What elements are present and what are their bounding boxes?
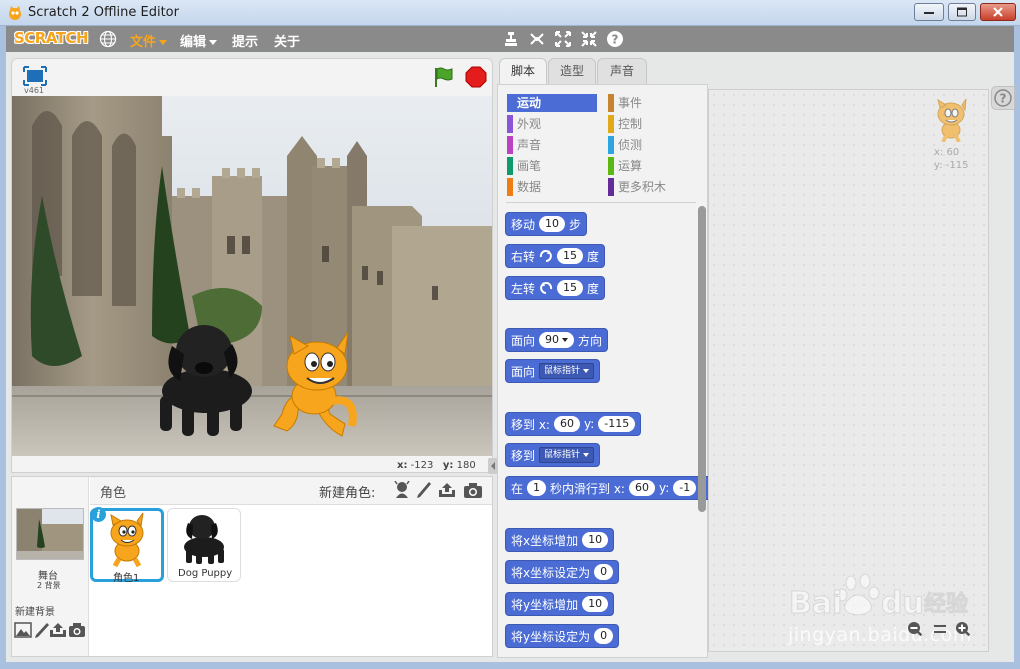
tab-costumes[interactable]: 造型 bbox=[548, 58, 596, 84]
zoom-in-icon[interactable] bbox=[954, 620, 972, 638]
maximize-button[interactable] bbox=[948, 3, 976, 21]
camera-sprite-icon[interactable] bbox=[463, 481, 483, 499]
category-sound[interactable]: 声音 bbox=[507, 136, 597, 154]
rotate-clockwise-icon bbox=[539, 250, 552, 262]
backdrop-castle-image bbox=[12, 96, 492, 456]
block-move-steps[interactable]: 移动 10 步 bbox=[505, 212, 588, 236]
sprite-info-icon[interactable]: i bbox=[91, 507, 106, 522]
delete-icon[interactable] bbox=[527, 29, 547, 49]
svg-text:?: ? bbox=[612, 33, 619, 47]
scripts-area[interactable] bbox=[708, 89, 989, 652]
maximize-icon bbox=[957, 7, 967, 17]
block-turn-left[interactable]: 左转 15 度 bbox=[505, 276, 606, 300]
block-change-y[interactable]: 将y坐标增加 10 bbox=[505, 592, 615, 616]
palette-scrollbar[interactable] bbox=[698, 206, 706, 512]
zoom-out-icon[interactable] bbox=[906, 620, 924, 638]
block-point-towards[interactable]: 面向 鼠标指针 bbox=[505, 359, 601, 383]
script-sprite-y: y: -115 bbox=[934, 160, 969, 171]
dog-thumbnail-image bbox=[184, 515, 224, 564]
block-point-in-direction[interactable]: 面向 90 方向 bbox=[505, 328, 609, 352]
category-data[interactable]: 数据 bbox=[507, 178, 597, 196]
camera-backdrop-icon[interactable] bbox=[68, 622, 86, 638]
svg-text:?: ? bbox=[1000, 92, 1007, 106]
svg-text:du: du bbox=[881, 586, 924, 621]
category-more-blocks[interactable]: 更多积木 bbox=[608, 178, 698, 196]
upload-backdrop-icon[interactable] bbox=[49, 622, 67, 638]
stage-thumbnail[interactable] bbox=[16, 508, 84, 560]
block-set-x[interactable]: 将x坐标设定为 0 bbox=[505, 560, 620, 584]
block-go-to-xy[interactable]: 移到 x: 60 y: -115 bbox=[505, 412, 642, 436]
block-glide-to-xy[interactable]: 在 1 秒内滑行到 x: 60 y: -1 bbox=[505, 476, 708, 500]
block-turn-right[interactable]: 右转 15 度 bbox=[505, 244, 606, 268]
language-globe-icon[interactable] bbox=[99, 30, 117, 48]
grow-icon[interactable] bbox=[553, 29, 573, 49]
paint-new-sprite-icon[interactable] bbox=[414, 481, 434, 499]
block-change-x[interactable]: 将x坐标增加 10 bbox=[505, 528, 615, 552]
block-go-to[interactable]: 移到 鼠标指针 bbox=[505, 443, 601, 467]
close-icon bbox=[993, 7, 1003, 17]
category-sensing[interactable]: 侦测 bbox=[608, 136, 698, 154]
minimize-button[interactable] bbox=[914, 3, 944, 21]
help-icon[interactable]: ? bbox=[605, 29, 625, 49]
current-sprite-cat-icon bbox=[937, 98, 967, 142]
choose-sprite-from-library-icon[interactable] bbox=[392, 481, 412, 499]
sprites-header: 角色 bbox=[100, 486, 127, 501]
tab-sounds[interactable]: 声音 bbox=[597, 58, 647, 84]
minimize-icon bbox=[924, 12, 934, 14]
tab-scripts[interactable]: 脚本 bbox=[499, 58, 547, 85]
menu-about[interactable]: 关于 bbox=[274, 31, 300, 50]
menu-bar: SCRATCH 文件 编辑 提示 关于 ? bbox=[6, 26, 1014, 52]
choose-backdrop-from-library-icon[interactable] bbox=[14, 622, 32, 638]
menu-file[interactable]: 文件 bbox=[130, 31, 168, 50]
sprite-name-cat: 角色1 bbox=[113, 573, 140, 584]
duplicate-icon[interactable] bbox=[501, 29, 521, 49]
green-flag-icon[interactable] bbox=[432, 66, 454, 88]
new-sprite-label: 新建角色: bbox=[319, 486, 376, 501]
category-motion[interactable]: 运动 bbox=[507, 94, 597, 112]
scratch-logo[interactable]: SCRATCH bbox=[14, 29, 89, 47]
block-set-y[interactable]: 将y坐标设定为 0 bbox=[505, 624, 620, 648]
upload-sprite-icon[interactable] bbox=[437, 481, 457, 499]
new-backdrop-label: 新建背景 bbox=[15, 607, 55, 618]
category-pen[interactable]: 画笔 bbox=[507, 157, 597, 175]
palette-divider bbox=[506, 202, 696, 203]
window-title: Scratch 2 Offline Editor bbox=[28, 5, 179, 20]
version-label: v461 bbox=[24, 86, 45, 95]
question-mark-icon: ? bbox=[994, 89, 1012, 107]
mouse-coordinates: x: -123 y: 180 bbox=[397, 460, 476, 471]
sprite-tile-dog-puppy[interactable]: Dog Puppy bbox=[167, 508, 241, 582]
sprite-name-dog-puppy: Dog Puppy bbox=[178, 568, 233, 579]
stop-sign-icon[interactable] bbox=[465, 66, 487, 88]
menu-tips[interactable]: 提示 bbox=[232, 31, 258, 50]
category-looks[interactable]: 外观 bbox=[507, 115, 597, 133]
zoom-reset-icon[interactable] bbox=[931, 620, 949, 638]
baidu-watermark-logo: Bai du 经验 bbox=[789, 573, 969, 622]
shrink-icon[interactable] bbox=[579, 29, 599, 49]
category-events[interactable]: 事件 bbox=[608, 94, 698, 112]
backdrop-count: 2 背景 bbox=[37, 581, 61, 590]
title-bar: Scratch 2 Offline Editor bbox=[0, 0, 1020, 26]
stage-canvas[interactable] bbox=[12, 96, 492, 456]
stage-thumbnail-image bbox=[17, 509, 83, 559]
block-help-button[interactable]: ? bbox=[991, 86, 1015, 110]
menu-edit[interactable]: 编辑 bbox=[180, 31, 218, 50]
category-control[interactable]: 控制 bbox=[608, 115, 698, 133]
close-button[interactable] bbox=[980, 3, 1016, 21]
category-operators[interactable]: 运算 bbox=[608, 157, 698, 175]
svg-text:Bai: Bai bbox=[789, 586, 842, 621]
presentation-mode-icon[interactable] bbox=[23, 66, 47, 86]
svg-text:经验: 经验 bbox=[924, 591, 968, 617]
rotate-counterclockwise-icon bbox=[540, 282, 553, 294]
scratch-cat-icon bbox=[9, 6, 21, 20]
script-sprite-x: x: 60 bbox=[934, 147, 960, 158]
